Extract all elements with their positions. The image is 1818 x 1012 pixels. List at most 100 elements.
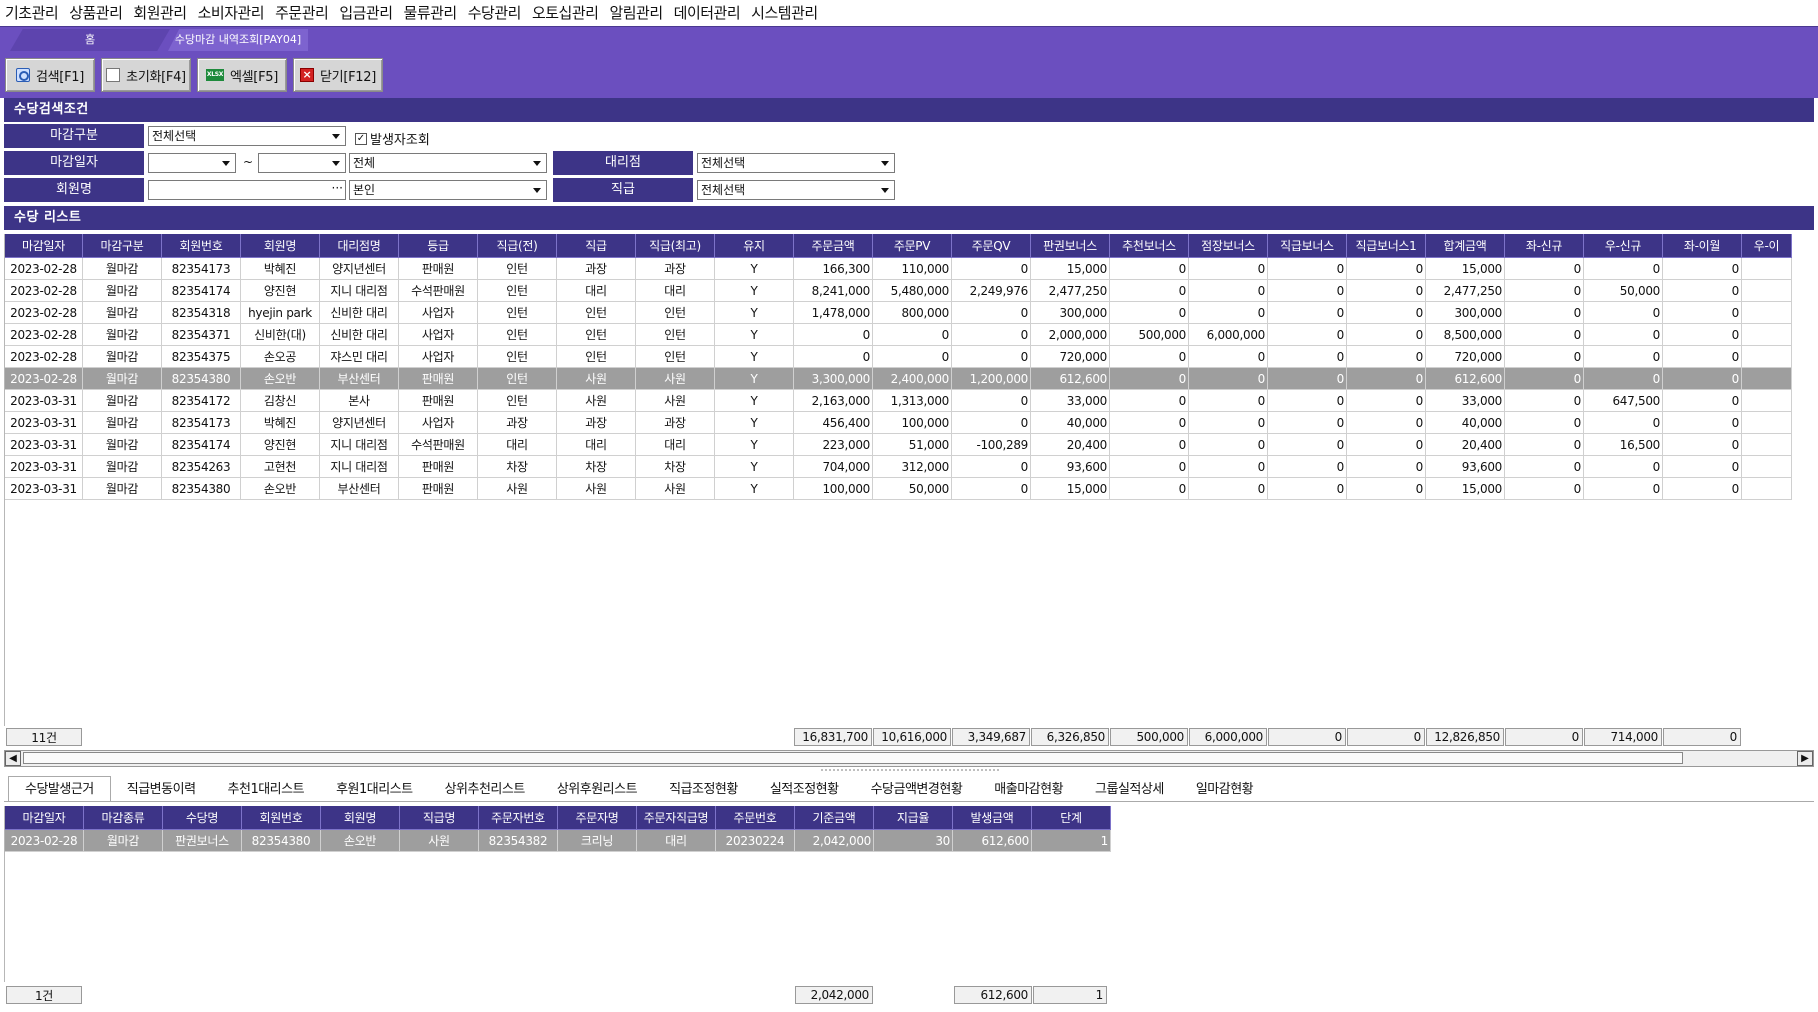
column-header[interactable]: 우-신규 bbox=[1584, 234, 1663, 258]
column-header[interactable]: 발생금액 bbox=[953, 806, 1032, 830]
column-header[interactable]: 직급 bbox=[557, 234, 636, 258]
checkbox-icon[interactable]: ✓ bbox=[355, 132, 367, 145]
menu-item[interactable]: 데이터관리 bbox=[671, 0, 749, 26]
column-header[interactable]: 주문자직급명 bbox=[637, 806, 716, 830]
date-from-picker[interactable] bbox=[148, 153, 236, 173]
table-row[interactable]: 2023-02-28 월마감 82354173 박혜진 양지년센터 판매원 인턴 과장 과장 Y 1… bbox=[5, 258, 1792, 280]
detail-tab[interactable]: 수당금액변경현황 bbox=[855, 776, 979, 802]
excel-button[interactable]: XLSX 엑셀[F5] bbox=[197, 58, 287, 92]
table-row[interactable]: 2023-03-31 월마감 82354263 고현천 지니 대리점 판매원 차장 차장 차장 Y… bbox=[5, 456, 1792, 478]
close-button[interactable]: × 닫기[F12] bbox=[293, 58, 383, 92]
agency-select[interactable]: 전체선택 bbox=[697, 153, 895, 173]
column-header[interactable]: 우-이 bbox=[1742, 234, 1792, 258]
table-row[interactable]: 2023-03-31 월마감 82354174 양진현 지니 대리점 수석판매원 대리 대리 대… bbox=[5, 434, 1792, 456]
date-to-picker[interactable] bbox=[258, 153, 346, 173]
column-header[interactable]: 직급보너스 bbox=[1268, 234, 1347, 258]
column-header[interactable]: 마감일자 bbox=[5, 806, 84, 830]
scroll-thumb[interactable] bbox=[23, 752, 1683, 764]
column-header[interactable]: 등급 bbox=[399, 234, 478, 258]
column-header[interactable]: 좌-이월 bbox=[1663, 234, 1742, 258]
column-header[interactable]: 좌-신규 bbox=[1505, 234, 1584, 258]
table-cell: 0 bbox=[1584, 478, 1663, 500]
member-name-input[interactable]: ··· bbox=[148, 180, 346, 200]
table-row[interactable]: 2023-02-28 월마감 82354174 양진현 지니 대리점 수석판매원 인턴 대리 대… bbox=[5, 280, 1792, 302]
column-header[interactable]: 판권보너스 bbox=[1031, 234, 1110, 258]
table-row[interactable]: 2023-02-28 월마감 82354371 신비한(대) 신비한 대리 사업자 인턴 인턴… bbox=[5, 324, 1792, 346]
member-scope-select[interactable]: 본인 bbox=[349, 180, 547, 200]
column-header[interactable]: 회원번호 bbox=[242, 806, 321, 830]
column-header[interactable]: 마감일자 bbox=[5, 234, 83, 258]
detail-tab[interactable]: 직급변동이력 bbox=[111, 776, 212, 802]
table-row[interactable]: 2023-02-28 월마감 82354318 hyejin park 신비한 대리 사업… bbox=[5, 302, 1792, 324]
detail-tab[interactable]: 상위추천리스트 bbox=[429, 776, 541, 802]
menu-item[interactable]: 기초관리 bbox=[2, 0, 66, 26]
table-cell: 인턴 bbox=[478, 280, 557, 302]
column-header[interactable]: 회원명 bbox=[241, 234, 320, 258]
scroll-left-icon[interactable]: ◀ bbox=[5, 751, 21, 766]
column-header[interactable]: 주문QV bbox=[952, 234, 1031, 258]
column-header[interactable]: 주문번호 bbox=[716, 806, 795, 830]
menu-item[interactable]: 입금관리 bbox=[336, 0, 400, 26]
tab-home[interactable]: 홈 bbox=[10, 29, 170, 51]
menu-item[interactable]: 소비자관리 bbox=[195, 0, 273, 26]
column-header[interactable]: 기준금액 bbox=[795, 806, 874, 830]
detail-tab[interactable]: 후원1대리스트 bbox=[320, 776, 429, 802]
menu-item[interactable]: 주문관리 bbox=[272, 0, 336, 26]
column-header[interactable]: 직급명 bbox=[400, 806, 479, 830]
column-header[interactable]: 지급율 bbox=[874, 806, 953, 830]
menu-item[interactable]: 회원관리 bbox=[130, 0, 194, 26]
detail-tab[interactable]: 실적조정현황 bbox=[754, 776, 855, 802]
table-row[interactable]: 2023-02-28 월마감 판권보너스 82354380 손오반 사원 82354382 크… bbox=[5, 830, 1111, 852]
column-header[interactable]: 합계금액 bbox=[1426, 234, 1505, 258]
column-header[interactable]: 회원번호 bbox=[162, 234, 241, 258]
search-button[interactable]: 검색[F1] bbox=[5, 58, 95, 92]
table-row[interactable]: 2023-02-28 월마감 82354375 손오공 쟈스민 대리 사업자 인턴 인턴 인턴 Y… bbox=[5, 346, 1792, 368]
detail-tab[interactable]: 수당발생근거 bbox=[8, 776, 111, 802]
column-header[interactable]: 추천보너스 bbox=[1110, 234, 1189, 258]
column-header[interactable]: 단계 bbox=[1032, 806, 1111, 830]
column-header[interactable]: 회원명 bbox=[321, 806, 400, 830]
occurrence-checkbox[interactable]: ✓ 발생자조회 bbox=[355, 129, 430, 148]
pane-splitter[interactable] bbox=[820, 768, 1000, 773]
close-type-select[interactable]: 전체선택 bbox=[148, 126, 346, 146]
table-row[interactable]: 2023-03-31 월마감 82354380 손오반 부산센터 판매원 사원 사원 사원 Y 10… bbox=[5, 478, 1792, 500]
column-header[interactable]: 수당명 bbox=[163, 806, 242, 830]
menu-item[interactable]: 시스템관리 bbox=[748, 0, 826, 26]
column-header[interactable]: 점장보너스 bbox=[1189, 234, 1268, 258]
detail-tab[interactable]: 상위후원리스트 bbox=[541, 776, 653, 802]
menu-item[interactable]: 수당관리 bbox=[465, 0, 529, 26]
column-header[interactable]: 마감구분 bbox=[83, 234, 162, 258]
table-row[interactable]: 2023-03-31 월마감 82354172 김창신 본사 판매원 인턴 사원 사원 Y 2,16… bbox=[5, 390, 1792, 412]
detail-tab[interactable]: 직급조정현황 bbox=[653, 776, 754, 802]
table-row[interactable]: 2023-03-31 월마감 82354173 박혜진 양지년센터 사업자 과장 과장 과장 Y 4… bbox=[5, 412, 1792, 434]
menu-item[interactable]: 알림관리 bbox=[606, 0, 670, 26]
detail-tab[interactable]: 일마감현황 bbox=[1180, 776, 1269, 802]
column-header[interactable]: 주문자명 bbox=[558, 806, 637, 830]
rank-select[interactable]: 전체선택 bbox=[697, 180, 895, 200]
detail-tab[interactable]: 추천1대리스트 bbox=[212, 776, 321, 802]
scroll-right-icon[interactable]: ▶ bbox=[1797, 751, 1813, 766]
detail-tab[interactable]: 그룹실적상세 bbox=[1079, 776, 1180, 802]
table-cell: hyejin park bbox=[241, 302, 320, 324]
column-header[interactable]: 직급(전) bbox=[478, 234, 557, 258]
tab-pay04[interactable]: 수당마감 내역조회[PAY04] bbox=[168, 29, 308, 51]
column-header[interactable]: 주문금액 bbox=[794, 234, 873, 258]
table-row[interactable]: 2023-02-28 월마감 82354380 손오반 부산센터 판매원 인턴 사원 사원 Y 3,… bbox=[5, 368, 1792, 390]
column-header[interactable]: 주문PV bbox=[873, 234, 952, 258]
horizontal-scrollbar[interactable]: ◀ ▶ bbox=[4, 750, 1814, 767]
menu-item[interactable]: 물류관리 bbox=[401, 0, 465, 26]
column-header[interactable]: 직급보너스1 bbox=[1347, 234, 1426, 258]
column-header[interactable]: 마감종류 bbox=[84, 806, 163, 830]
reset-button[interactable]: 초기화[F4] bbox=[101, 58, 191, 92]
table-cell: 고현천 bbox=[241, 456, 320, 478]
detail-tab[interactable]: 매출마감현황 bbox=[978, 776, 1079, 802]
column-header[interactable]: 대리점명 bbox=[320, 234, 399, 258]
column-header[interactable]: 직급(최고) bbox=[636, 234, 715, 258]
table-cell: 0 bbox=[1189, 302, 1268, 324]
member-lookup-button[interactable]: ··· bbox=[332, 179, 343, 197]
date-scope-select[interactable]: 전체 bbox=[349, 153, 547, 173]
menu-item[interactable]: 상품관리 bbox=[66, 0, 130, 26]
column-header[interactable]: 유지 bbox=[715, 234, 794, 258]
menu-item[interactable]: 오토십관리 bbox=[529, 0, 607, 26]
column-header[interactable]: 주문자번호 bbox=[479, 806, 558, 830]
